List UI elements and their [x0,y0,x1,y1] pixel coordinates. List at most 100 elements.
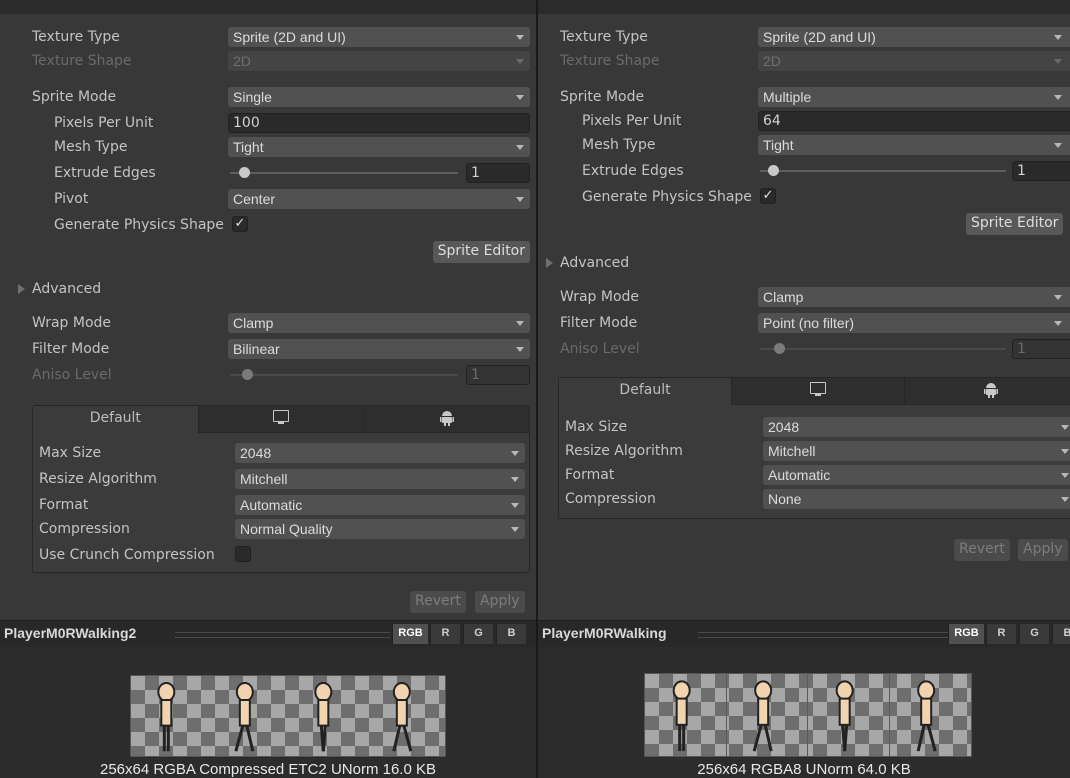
aniso-slider-track [230,374,458,376]
format-row: Format Automatic [559,464,1070,486]
dropdown-arrow-icon [516,59,524,64]
compression-label: Compression [565,491,656,507]
walking-frame-1 [672,680,691,752]
sprite-mode-dropdown[interactable]: Multiple [758,87,1070,107]
compression-dropdown[interactable]: Normal Quality [235,519,525,539]
dropdown-arrow-icon [1054,35,1062,40]
tab-default[interactable]: Default [33,406,199,433]
figure-head [835,680,854,701]
format-dropdown[interactable]: Automatic [235,495,525,515]
android-icon [984,383,998,402]
mesh-type-dropdown[interactable]: Tight [758,135,1070,155]
aniso-level-label: Aniso Level [32,367,112,383]
channel-g-button[interactable]: G [1019,624,1049,644]
filter-mode-dropdown[interactable]: Bilinear [228,339,530,359]
filter-mode-label: Filter Mode [560,315,638,331]
compression-dropdown[interactable]: None [763,489,1070,509]
texture-type-dropdown[interactable]: Sprite (2D and UI) [758,27,1070,47]
physics-shape-row: Generate Physics Shape ✓ [0,214,536,236]
compression-value: Normal Quality [240,521,333,537]
format-row: Format Automatic [33,494,529,516]
resize-algorithm-label: Resize Algorithm [39,471,157,487]
dropdown-arrow-icon [1054,143,1062,148]
revert-button[interactable]: Revert [410,591,466,613]
tab-android[interactable] [364,406,530,433]
figure-body [757,697,770,726]
format-label: Format [565,467,615,483]
texture-preview-area: 256x64 RGBA8 UNorm 64.0 KB [538,647,1070,778]
pixels-per-unit-label: Pixels Per Unit [582,113,682,129]
apply-button[interactable]: Apply [1018,539,1068,561]
aniso-level-row: Aniso Level 1 [538,338,1070,360]
channel-b-button[interactable]: B [496,624,526,644]
figure-body [838,697,851,726]
figure-head [157,682,176,702]
preview-drag-bar[interactable] [698,632,948,638]
extrude-edges-field[interactable]: 1 [1012,161,1070,181]
format-dropdown[interactable]: Automatic [763,465,1070,485]
channel-b-button[interactable]: B [1052,624,1070,644]
sprite-editor-button[interactable]: Sprite Editor [432,241,530,263]
dropdown-arrow-icon [1061,473,1069,478]
figure-leg [402,725,413,752]
foldout-arrow-icon [18,284,25,294]
max-size-dropdown[interactable]: 2048 [763,417,1070,437]
extrude-slider-thumb[interactable] [768,165,779,176]
pixels-per-unit-row: Pixels Per Unit 100 [0,112,536,134]
texture-preview-area: 256x64 RGBA Compressed ETC2 UNorm 16.0 K… [0,647,536,778]
resize-algorithm-dropdown[interactable]: Mitchell [763,441,1070,461]
channel-rgb-button[interactable]: RGB [392,624,428,644]
tab-default[interactable]: Default [559,378,732,405]
tab-standalone[interactable] [732,378,905,405]
channel-rgb-button[interactable]: RGB [948,624,984,644]
channel-r-button[interactable]: R [430,624,460,644]
wrap-mode-dropdown[interactable]: Clamp [758,287,1070,307]
filter-mode-dropdown[interactable]: Point (no filter) [758,313,1070,333]
max-size-label: Max Size [565,419,628,435]
figure-leg [234,725,245,752]
channel-g-button[interactable]: G [463,624,493,644]
sprite-editor-button[interactable]: Sprite Editor [966,213,1064,235]
channel-r-button[interactable]: R [986,624,1016,644]
physics-shape-checkbox[interactable]: ✓ [232,216,248,232]
pixels-per-unit-field[interactable]: 64 [758,111,1070,131]
texture-info-caption: 256x64 RGBA8 UNorm 64.0 KB [697,761,911,778]
advanced-foldout[interactable]: Advanced [0,278,536,300]
extrude-slider-thumb[interactable] [239,167,250,178]
monitor-icon [273,410,289,424]
tab-android[interactable] [905,378,1070,405]
extrude-edges-field[interactable]: 1 [466,163,530,183]
texture-shape-row: Texture Shape 2D [0,50,536,72]
crunch-checkbox[interactable] [235,546,251,562]
texture-shape-label: Texture Shape [32,53,132,69]
figure-body [395,699,408,727]
walking-frame-3 [835,680,854,752]
filter-mode-row: Filter Mode Point (no filter) [538,312,1070,334]
extrude-slider-track[interactable] [230,172,458,174]
max-size-dropdown[interactable]: 2048 [235,443,525,463]
tab-standalone[interactable] [198,406,365,433]
extrude-slider-track[interactable] [760,170,1006,172]
sprite-mode-dropdown[interactable]: Single [228,87,530,107]
texture-type-row: Texture Type Sprite (2D and UI) [538,26,1070,48]
wrap-mode-dropdown[interactable]: Clamp [228,313,530,333]
dropdown-arrow-icon [516,347,524,352]
figure-body [675,697,688,726]
physics-shape-checkbox[interactable]: ✓ [760,188,776,204]
preview-drag-bar[interactable] [175,632,390,638]
pivot-dropdown[interactable]: Center [228,189,530,209]
texture-type-dropdown[interactable]: Sprite (2D and UI) [228,27,530,47]
figure-head [754,680,773,701]
pixels-per-unit-field[interactable]: 100 [228,113,530,133]
apply-button[interactable]: Apply [475,591,525,613]
frame-divider [726,674,727,756]
inspector-top-edge [0,0,536,14]
resize-algorithm-row: Resize Algorithm Mitchell [559,440,1070,462]
physics-shape-label: Generate Physics Shape [54,217,224,233]
resize-algorithm-dropdown[interactable]: Mitchell [235,469,525,489]
max-size-value: 2048 [240,445,272,461]
revert-button[interactable]: Revert [954,539,1010,561]
mesh-type-dropdown[interactable]: Tight [228,137,530,157]
figure-head [314,682,333,702]
advanced-foldout[interactable]: Advanced [538,252,1070,274]
